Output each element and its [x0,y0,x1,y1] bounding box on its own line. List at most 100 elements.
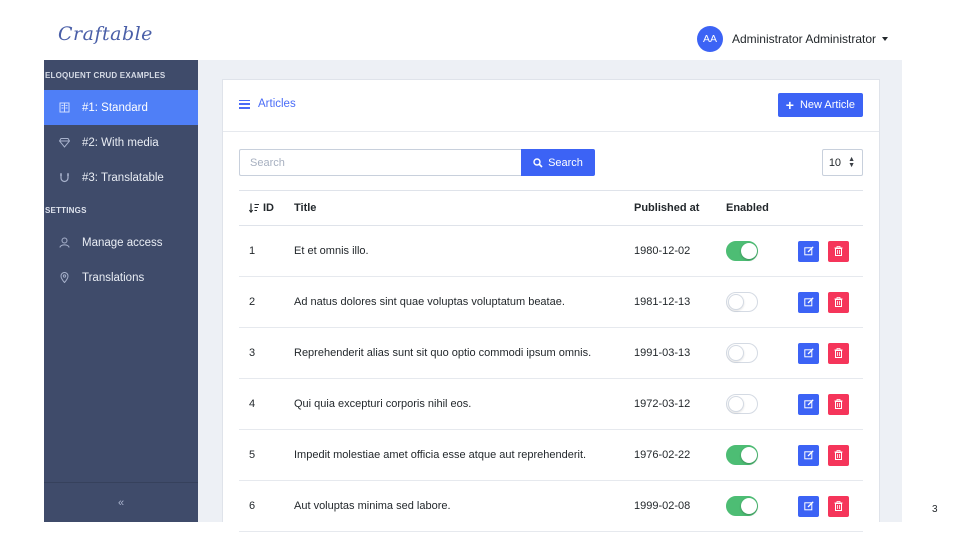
user-menu[interactable]: AA Administrator Administrator [696,26,888,52]
sort-icon [249,203,259,214]
enabled-toggle[interactable] [726,292,758,312]
user-name[interactable]: Administrator Administrator [732,32,876,46]
enabled-toggle[interactable] [726,445,758,465]
cell-title: Impedit molestiae amet officia esse atqu… [294,429,634,481]
sidebar-item-label: Manage access [82,236,163,249]
column-actions [792,190,863,226]
delete-button[interactable] [828,444,849,466]
edit-button[interactable] [798,240,819,262]
articles-table: ID Title Published at Enabled 1 Et et omn… [239,190,863,532]
cell-actions [792,276,863,328]
sidebar-item-standard[interactable]: #1: Standard [44,90,198,125]
search-input[interactable] [239,149,521,176]
book-icon [58,102,70,114]
new-article-label: New Article [799,99,855,111]
avatar[interactable]: AA [696,26,723,52]
search-button[interactable]: Search [521,149,595,176]
cell-actions [792,327,863,379]
edit-button[interactable] [798,444,819,466]
toggle-knob [741,243,757,259]
toggle-knob [728,294,744,310]
sidebar-item-label: #1: Standard [82,101,148,114]
new-article-button[interactable]: + New Article [777,93,863,117]
cell-enabled [726,276,792,328]
cell-title: Et et omnis illo. [294,225,634,277]
sidebar-collapse-button[interactable]: « [44,482,198,522]
sidebar-item-translations[interactable]: Translations [44,260,198,295]
column-enabled[interactable]: Enabled [726,190,792,226]
column-id-label: ID [263,202,274,214]
page-number: 3 [932,504,938,515]
table-row[interactable]: 2 Ad natus dolores sint quae voluptas vol… [239,276,863,328]
cell-title: Aut voluptas minima sed labore. [294,480,634,532]
user-icon [58,237,70,249]
top-header: Craftable AA Administrator Administrator [0,0,960,60]
edit-icon [803,399,814,409]
list-icon [239,99,250,109]
cell-title: Qui quia excepturi corporis nihil eos. [294,378,634,430]
table-row[interactable]: 4 Qui quia excepturi corporis nihil eos. 1… [239,378,863,430]
cell-actions [792,429,863,481]
diamond-icon [58,137,70,149]
cell-enabled [726,327,792,379]
cell-id: 4 [239,378,294,430]
sidebar-section-title: ELOQUENT CRUD EXAMPLES [45,70,166,80]
cell-published-at: 1999-02-08 [634,480,726,532]
sidebar-item-translatable[interactable]: #3: Translatable [44,160,198,195]
delete-button[interactable] [828,495,849,517]
sidebar-item-label: #3: Translatable [82,171,164,184]
plus-icon: + [785,97,794,113]
cell-enabled [726,378,792,430]
cell-id: 3 [239,327,294,379]
column-published-at[interactable]: Published at [634,190,726,226]
edit-icon [803,501,814,511]
table-body: 1 Et et omnis illo. 1980-12-02 2 Ad natus do… [239,225,863,532]
enabled-toggle[interactable] [726,394,758,414]
cell-id: 5 [239,429,294,481]
search-button-label: Search [548,156,583,169]
cell-id: 1 [239,225,294,277]
articles-card: Articles + New Article Search 10 ▲▼ ID T… [222,79,880,532]
trash-icon [834,501,843,511]
sidebar-item-with-media[interactable]: #2: With media [44,125,198,160]
cell-title: Reprehenderit alias sunt sit quo optio c… [294,327,634,379]
magnet-icon [58,172,70,184]
trash-icon [834,399,843,409]
cell-title: Ad natus dolores sint quae voluptas volu… [294,276,634,328]
per-page-select[interactable]: 10 ▲ ▼ [822,149,863,176]
cell-published-at: 1991-03-13 [634,327,726,379]
column-title[interactable]: Title [294,190,634,226]
card-title: Articles [239,98,296,110]
edit-icon [803,246,814,256]
card-title-text: Articles [258,98,296,110]
delete-button[interactable] [828,393,849,415]
delete-button[interactable] [828,342,849,364]
search-icon [533,157,543,168]
edit-button[interactable] [798,393,819,415]
delete-button[interactable] [828,291,849,313]
edit-button[interactable] [798,342,819,364]
caret-down-icon[interactable] [882,37,888,41]
table-row[interactable]: 6 Aut voluptas minima sed labore. 1999-02-… [239,480,863,532]
enabled-toggle[interactable] [726,343,758,363]
column-id[interactable]: ID [239,190,294,226]
table-row[interactable]: 3 Reprehenderit alias sunt sit quo optio … [239,327,863,379]
sidebar-item-label: Translations [82,271,145,284]
card-header: Articles + New Article [223,80,879,132]
cell-actions [792,225,863,277]
per-page-value: 10 [828,156,842,169]
sidebar-item-manage-access[interactable]: Manage access [44,225,198,260]
edit-icon [803,450,814,460]
cell-published-at: 1980-12-02 [634,225,726,277]
sidebar: ELOQUENT CRUD EXAMPLES #1: Standard #2: … [44,60,198,522]
brand-logo[interactable]: Craftable [58,23,153,45]
edit-icon [803,348,814,358]
trash-icon [834,297,843,307]
table-row[interactable]: 1 Et et omnis illo. 1980-12-02 [239,225,863,277]
enabled-toggle[interactable] [726,496,758,516]
enabled-toggle[interactable] [726,241,758,261]
table-row[interactable]: 5 Impedit molestiae amet officia esse atq… [239,429,863,481]
delete-button[interactable] [828,240,849,262]
edit-button[interactable] [798,495,819,517]
edit-button[interactable] [798,291,819,313]
